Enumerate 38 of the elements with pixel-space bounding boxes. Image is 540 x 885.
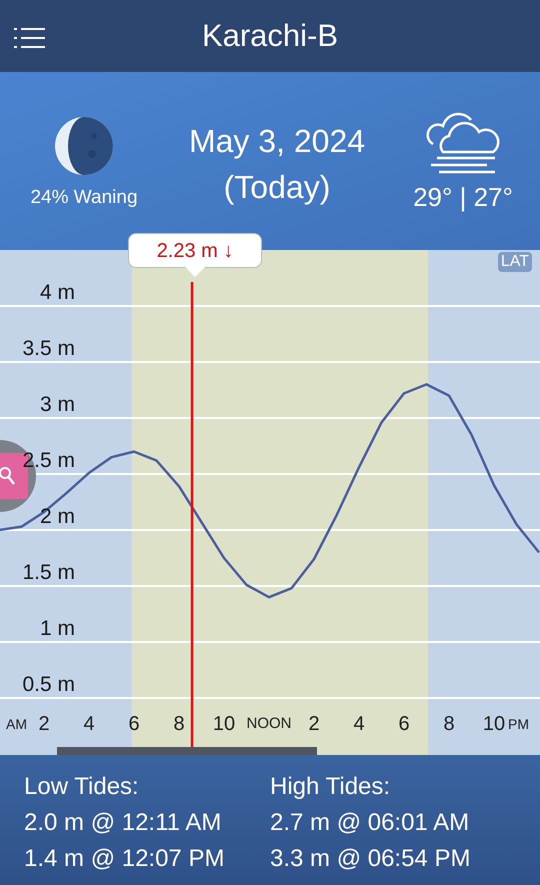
moon-icon [54,116,114,176]
y-axis-label: 2 m [40,505,75,528]
x-axis-label: 6 [128,713,140,735]
tide-entry: 2.7 m @ 06:01 AM [270,808,470,838]
y-axis-label: 2.5 m [22,449,75,472]
date-text: May 3, 2024 [188,122,366,161]
today-label: (Today) [224,168,330,207]
tides-heading: Low Tides: [24,772,140,802]
y-axis-label: 3 m [40,393,75,416]
x-axis-label: 4 [83,713,95,735]
scroll-bar[interactable] [57,747,317,755]
y-axis-label: 4 m [40,281,75,304]
datum-label: LAT [498,252,532,272]
x-axis-label: 4 [353,713,365,735]
x-axis-label: 8 [443,713,455,735]
pm-label: PM [508,716,529,732]
tide-entry: 1.4 m @ 12:07 PM [24,844,226,874]
y-axis-label: 1.5 m [22,561,75,584]
search-icon [0,466,18,486]
x-axis-label: 6 [398,713,410,735]
x-axis-label: 10 [482,713,506,735]
am-label: AM [6,716,27,732]
tide-entry: 2.0 m @ 12:11 AM [24,808,222,838]
callout-pointer [185,267,206,277]
y-axis-label: 0.5 m [22,673,75,696]
tide-entry: 3.3 m @ 06:54 PM [270,844,472,874]
y-axis-label: 3.5 m [22,337,75,360]
x-axis-label: NOON [246,715,292,732]
moon-phase: 24% Waning [30,186,138,210]
x-axis-label: 2 [38,713,50,735]
temperature-range: 29° | 27° [413,180,513,214]
y-axis-label: 1 m [40,617,75,640]
x-axis-label: 10 [212,713,236,735]
tides-heading: High Tides: [270,772,392,802]
station-title: Karachi-B [202,16,338,55]
x-axis-label: 8 [173,713,185,735]
x-axis-label: 2 [308,713,320,735]
menu-icon[interactable] [14,28,46,48]
